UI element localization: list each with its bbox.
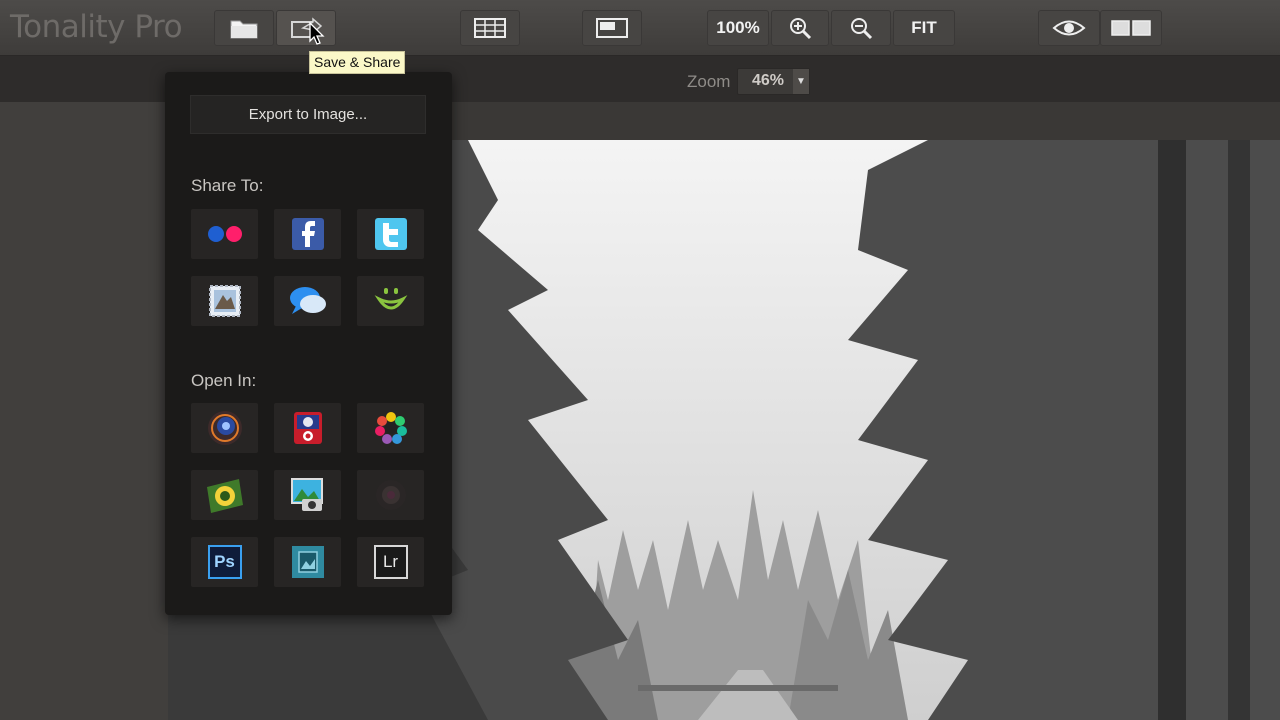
open-in-preview-button[interactable]	[274, 537, 341, 587]
preview-icon	[291, 546, 324, 578]
camera-lens-icon	[375, 480, 406, 510]
grid-view-button[interactable]	[460, 10, 520, 46]
lens-app-icon	[207, 411, 242, 445]
share-messages-button[interactable]	[274, 276, 341, 326]
compare-view-button[interactable]	[1100, 10, 1162, 46]
open-in-heading: Open In:	[191, 371, 257, 390]
flickr-icon	[207, 226, 242, 242]
zoom-100-button[interactable]: 100%	[707, 10, 769, 46]
top-toolbar: Tonality Pro 100% FIT	[0, 0, 1280, 56]
split-view-icon	[1111, 20, 1151, 36]
zoom-in-button[interactable]	[771, 10, 829, 46]
twitter-icon	[374, 218, 407, 250]
eye-icon	[1052, 20, 1086, 36]
share-to-heading: Share To:	[191, 176, 264, 195]
fit-button[interactable]: FIT	[893, 10, 955, 46]
app-title: Tonality Pro	[10, 9, 183, 45]
mouse-cursor-icon	[309, 22, 325, 45]
open-in-aperture-button[interactable]	[191, 470, 258, 520]
share-smugmug-button[interactable]	[357, 276, 424, 326]
photoshop-label: Ps	[214, 552, 235, 571]
open-in-lightroom-button[interactable]: Lr	[357, 537, 424, 587]
panel-view-button[interactable]	[582, 10, 642, 46]
panel-layout-icon	[596, 18, 628, 38]
open-in-photo-booth-button[interactable]	[274, 403, 341, 453]
share-facebook-button[interactable]	[274, 209, 341, 259]
share-mail-button[interactable]	[191, 276, 258, 326]
tooltip: Save & Share	[309, 51, 406, 74]
left-panel	[0, 102, 168, 720]
preview-toggle-button[interactable]	[1038, 10, 1100, 46]
zoom-out-button[interactable]	[831, 10, 891, 46]
lightroom-label: Lr	[382, 552, 399, 571]
photo-booth-icon	[293, 412, 322, 444]
messages-icon	[289, 287, 326, 314]
chevron-down-icon: ▼	[793, 69, 809, 94]
lightroom-icon: Lr	[373, 545, 408, 579]
iphoto-icon	[290, 478, 323, 511]
folder-icon	[230, 20, 258, 39]
smugmug-icon	[374, 288, 407, 310]
save-share-menu: Export to Image... Share To: Open In: Ps…	[165, 72, 452, 615]
open-in-photoshop-button[interactable]: Ps	[191, 537, 258, 587]
color-wheel-icon	[374, 412, 407, 444]
open-in-iphoto-button[interactable]	[274, 470, 341, 520]
aperture-icon	[206, 479, 243, 513]
share-flickr-button[interactable]	[191, 209, 258, 259]
zoom-100-label: 100%	[716, 18, 760, 37]
open-in-color-wheel-button[interactable]	[357, 403, 424, 453]
facebook-icon	[291, 218, 324, 250]
zoom-select[interactable]: 46% ▼	[737, 68, 810, 95]
zoom-in-icon	[790, 18, 812, 40]
zoom-out-icon	[851, 18, 873, 40]
export-to-image-button[interactable]: Export to Image...	[190, 95, 426, 134]
open-in-camera-lens-button[interactable]	[357, 470, 424, 520]
mail-stamp-icon	[208, 285, 241, 317]
fit-label: FIT	[911, 18, 937, 37]
share-twitter-button[interactable]	[357, 209, 424, 259]
open-in-lens-app-button[interactable]	[191, 403, 258, 453]
open-button[interactable]	[214, 10, 274, 46]
zoom-value: 46%	[752, 72, 785, 89]
save-share-button[interactable]	[276, 10, 336, 46]
filmstrip-icon	[474, 18, 506, 38]
photoshop-icon: Ps	[207, 545, 242, 579]
zoom-label: Zoom	[687, 72, 731, 91]
